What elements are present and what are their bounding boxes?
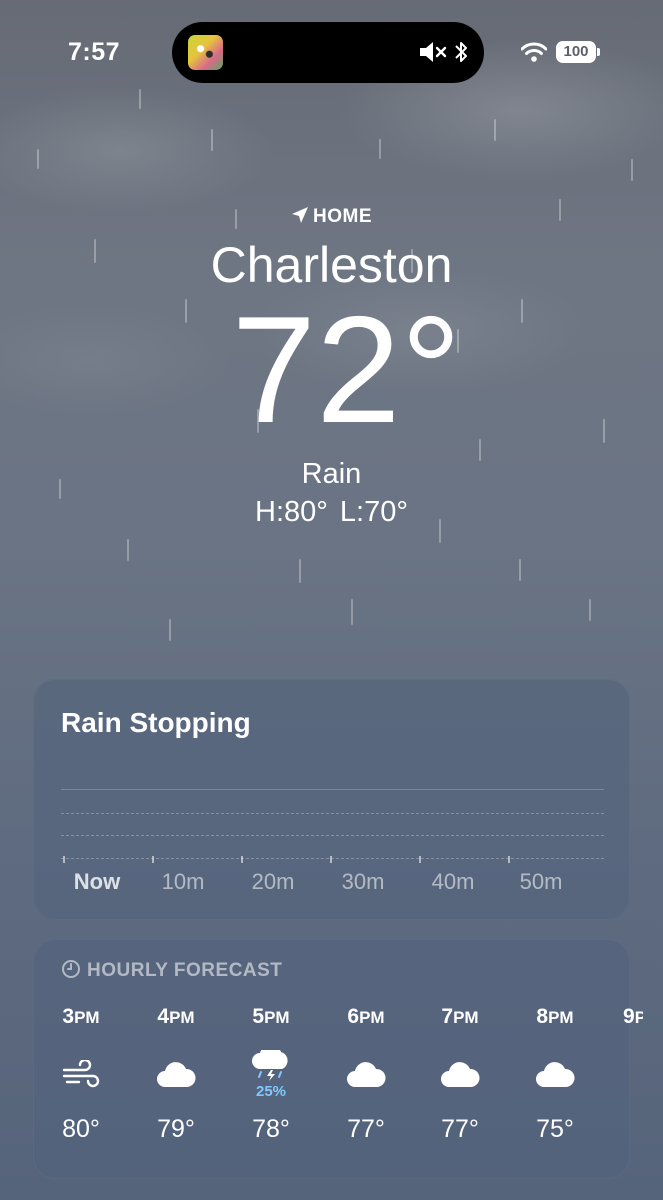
low-temperature: L:70° <box>339 496 408 528</box>
wind-icon <box>62 1060 100 1088</box>
time-label: 10m <box>161 869 205 894</box>
hour-temperature: 75° <box>536 1115 574 1143</box>
high-temperature: H:80° <box>255 496 328 528</box>
hour-temperature: 79° <box>157 1115 195 1143</box>
now-playing-artwork[interactable] <box>188 35 223 70</box>
chart-gridline <box>61 858 604 859</box>
bluetooth-icon <box>455 42 467 62</box>
time-label-now: Now <box>73 869 121 894</box>
hour-label: 8PM <box>536 1005 574 1028</box>
time-tick <box>330 856 332 863</box>
location-label: HOME <box>313 206 372 227</box>
cloud-icon <box>157 1062 196 1087</box>
chart-gridline <box>61 835 604 836</box>
hour-item[interactable]: 5PM 25% 78° <box>226 1005 316 1144</box>
hourly-forecast-title: HOURLY FORECAST <box>87 960 283 981</box>
hour-label: 4PM <box>157 1005 195 1028</box>
hour-item[interactable]: 7PM 77° <box>415 1005 505 1144</box>
chart-gridline <box>61 813 604 814</box>
hour-label: 3PM <box>62 1005 100 1028</box>
hour-label: 6PM <box>347 1005 385 1028</box>
hour-item[interactable]: 8PM 75° <box>510 1005 600 1144</box>
time-label: 50m <box>519 869 563 894</box>
status-time: 7:57 <box>68 38 121 66</box>
time-tick <box>241 856 243 863</box>
precipitation-card[interactable]: Rain Stopping Now 10m 20m 30m 40m 50m <box>33 679 630 920</box>
thunderstorm-icon <box>252 1050 288 1081</box>
audio-output-icons <box>418 39 468 70</box>
cloud-icon <box>441 1062 480 1087</box>
hourly-forecast-header: HOURLY FORECAST <box>61 959 282 982</box>
hour-temperature: 78° <box>252 1115 290 1143</box>
hour-temperature: 77° <box>347 1115 385 1143</box>
hour-label: 7PM <box>441 1005 479 1028</box>
hour-item-partial[interactable]: 9PM <box>623 1005 643 1029</box>
cloud-icon <box>536 1062 575 1087</box>
hour-label: 5PM <box>252 1005 290 1028</box>
precipitation-title: Rain Stopping <box>61 707 251 738</box>
location-label-row: HOME <box>0 206 663 228</box>
precipitation-chance: 25% <box>255 1083 287 1100</box>
hourly-forecast-card[interactable]: HOURLY FORECAST 3PM 80° 4PM 79° 5PM 25% … <box>33 939 643 1179</box>
time-tick <box>508 856 510 863</box>
time-tick <box>63 856 65 863</box>
time-tick <box>152 856 154 863</box>
time-label: 40m <box>431 869 475 894</box>
speaker-muted-icon <box>419 42 446 62</box>
hour-temperature: 77° <box>441 1115 479 1143</box>
time-tick <box>419 856 421 863</box>
cloud-icon <box>347 1062 386 1087</box>
current-condition: Rain <box>301 458 362 490</box>
clock-icon <box>62 960 80 978</box>
hour-item[interactable]: 6PM 77° <box>321 1005 411 1144</box>
hour-temperature: 80° <box>62 1115 100 1143</box>
hour-item[interactable]: 3PM 80° <box>36 1005 126 1144</box>
hour-label: 9PM <box>623 1005 643 1028</box>
location-arrow-icon <box>292 207 308 223</box>
hour-item[interactable]: 4PM 79° <box>131 1005 221 1144</box>
high-low-temperatures: H:80° L:70° <box>0 496 663 529</box>
time-label: 30m <box>341 869 385 894</box>
chart-gridline <box>61 789 604 790</box>
wifi-icon <box>521 42 547 62</box>
time-label: 20m <box>251 869 295 894</box>
dynamic-island[interactable] <box>172 22 484 83</box>
current-temperature: 72° <box>231 285 462 455</box>
battery-indicator: 100 <box>556 41 600 63</box>
